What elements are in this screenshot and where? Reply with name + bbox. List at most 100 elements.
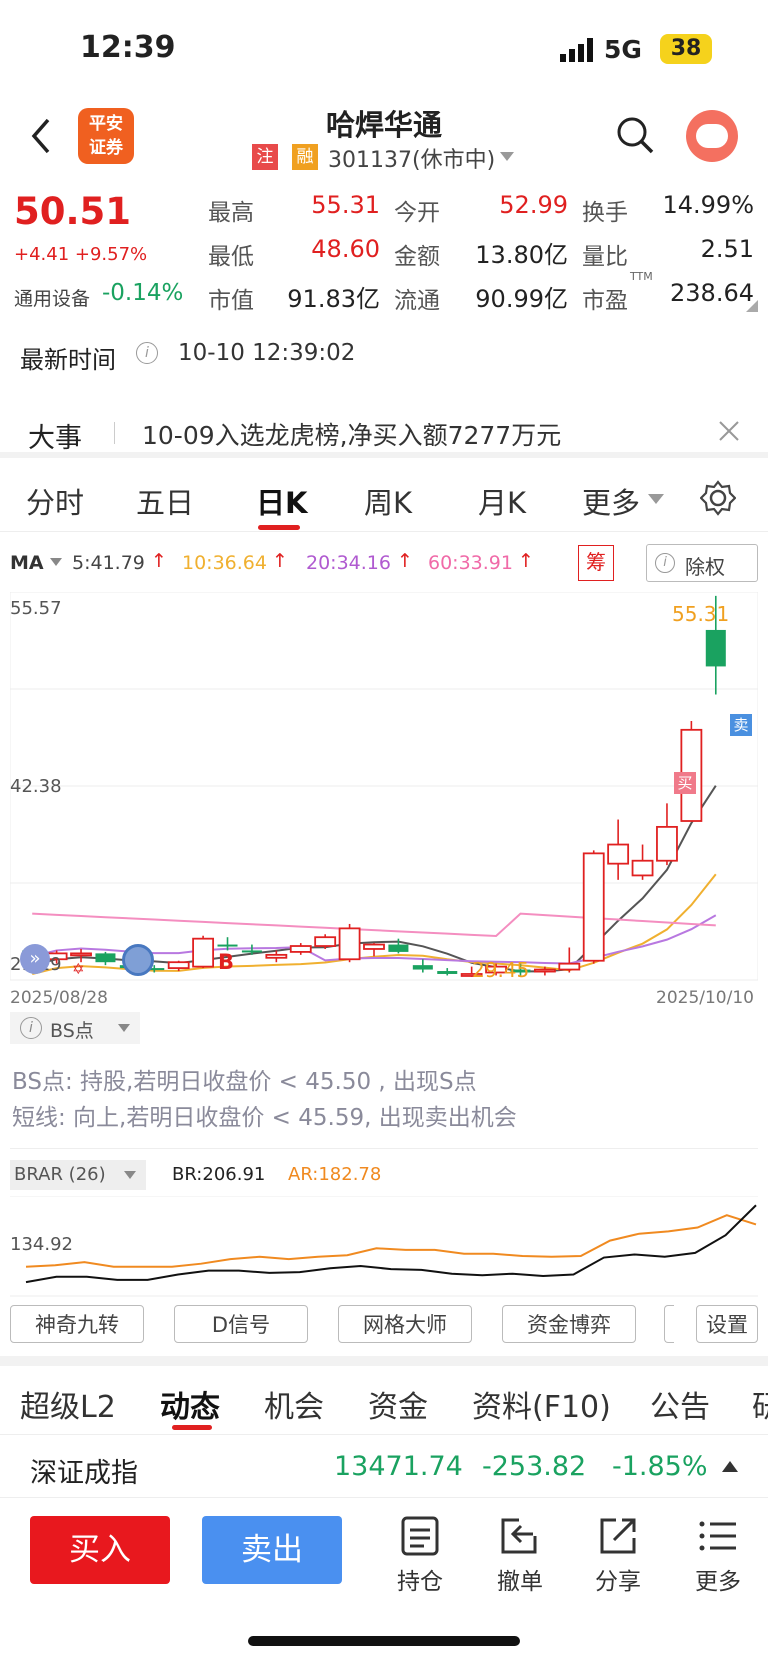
vol-ratio-label: 量比 bbox=[582, 244, 628, 270]
index-bar[interactable]: 深证成指 13471.74 -253.82 -1.85% bbox=[0, 1434, 768, 1498]
chip-button[interactable]: 筹 bbox=[578, 545, 614, 581]
tab-intraday[interactable]: 分时 bbox=[26, 480, 84, 522]
turnover-label: 换手 bbox=[582, 200, 628, 226]
ma-dropdown-icon[interactable] bbox=[50, 558, 62, 567]
max-price-label: 55.31 bbox=[672, 602, 730, 626]
high-label: 最高 bbox=[208, 200, 254, 226]
bs-selector[interactable]: i BS点 bbox=[10, 1012, 140, 1044]
candle bbox=[533, 968, 556, 973]
float-value: 90.99亿 bbox=[475, 285, 568, 313]
pe-value: 238.64 bbox=[670, 279, 754, 307]
y-axis-top: 55.57 bbox=[10, 598, 62, 619]
candle bbox=[95, 953, 116, 963]
holdings-label[interactable]: 持仓 bbox=[380, 1562, 460, 1596]
chevron-down-icon bbox=[648, 494, 664, 504]
tab-news[interactable]: 动态 bbox=[160, 1382, 220, 1426]
share-icon[interactable] bbox=[598, 1516, 638, 1556]
tool-partial-button[interactable] bbox=[664, 1305, 674, 1343]
amount-label: 金额 bbox=[394, 244, 440, 270]
amount-value: 13.80亿 bbox=[475, 241, 568, 269]
gear-icon[interactable] bbox=[700, 480, 736, 516]
settings-button[interactable]: 设置 bbox=[696, 1305, 758, 1343]
stock-code: 301137(休市中) bbox=[328, 148, 496, 173]
more-menu-icon[interactable] bbox=[698, 1516, 738, 1556]
candle bbox=[241, 950, 262, 953]
open-value: 52.99 bbox=[499, 191, 568, 219]
bs-label: BS点 bbox=[50, 1020, 94, 1042]
tab-five-day[interactable]: 五日 bbox=[136, 480, 194, 522]
min-price-label: 29.45 bbox=[472, 958, 530, 982]
cancel-order-icon[interactable] bbox=[499, 1516, 539, 1556]
tab-more[interactable]: 更多 bbox=[582, 480, 640, 522]
adjust-button[interactable]: i 除权 bbox=[646, 544, 758, 582]
candle bbox=[631, 859, 654, 877]
more-label[interactable]: 更多 bbox=[678, 1562, 758, 1596]
event-bar[interactable]: 大事 10-09入选龙虎榜,净买入额7277万元 bbox=[0, 392, 768, 458]
tab-monthly[interactable]: 月K bbox=[478, 480, 526, 522]
tab-f10[interactable]: 资料(F10) bbox=[472, 1382, 611, 1426]
buy-button[interactable]: 买入 bbox=[30, 1516, 170, 1584]
brar-y-label: 134.92 bbox=[10, 1234, 73, 1255]
search-icon[interactable] bbox=[616, 116, 654, 154]
buy-marker[interactable]: 买 bbox=[674, 772, 696, 794]
divider bbox=[10, 1148, 758, 1149]
tab-opportunity[interactable]: 机会 bbox=[264, 1382, 324, 1426]
candle bbox=[192, 937, 215, 968]
vol-ratio-value: 2.51 bbox=[700, 235, 754, 263]
tab-l2[interactable]: 超级L2 bbox=[20, 1382, 116, 1426]
kline-chart[interactable]: 55.57 42.38 29.19 55.31 29.45 买 卖 B » ✡ bbox=[10, 592, 758, 982]
badge-margin: 融 bbox=[292, 144, 318, 170]
chevron-up-icon[interactable] bbox=[722, 1461, 738, 1473]
tool-grid-master-button[interactable]: 网格大师 bbox=[338, 1305, 472, 1343]
expand-icon[interactable]: » bbox=[20, 944, 50, 974]
sell-button[interactable]: 卖出 bbox=[202, 1516, 342, 1584]
candle bbox=[558, 962, 581, 971]
info-icon[interactable]: i bbox=[136, 342, 158, 364]
tab-indicator bbox=[172, 1425, 212, 1430]
candle bbox=[289, 945, 312, 953]
tool-d-signal-button[interactable]: D信号 bbox=[174, 1305, 308, 1343]
tool-nine-turn-button[interactable]: 神奇九转 bbox=[10, 1305, 144, 1343]
tab-funds[interactable]: 资金 bbox=[368, 1382, 428, 1426]
low-label: 最低 bbox=[208, 244, 254, 270]
index-pct: -1.85% bbox=[612, 1451, 708, 1482]
adjust-label: 除权 bbox=[685, 555, 725, 579]
b-marker[interactable]: B bbox=[218, 950, 234, 974]
replay-icon[interactable] bbox=[122, 944, 154, 976]
candle bbox=[314, 936, 337, 947]
candle bbox=[388, 944, 409, 952]
chevron-down-icon bbox=[124, 1171, 136, 1179]
share-label[interactable]: 分享 bbox=[578, 1562, 658, 1596]
tool-fund-game-button[interactable]: 资金博弈 bbox=[502, 1305, 636, 1343]
open-label: 今开 bbox=[394, 200, 440, 226]
float-label: 流通 bbox=[394, 288, 440, 314]
up-arrow-icon: ↑ bbox=[272, 550, 288, 572]
mcap-label: 市值 bbox=[208, 288, 254, 314]
network-label: 5G bbox=[604, 35, 642, 64]
ma-label[interactable]: MA bbox=[10, 552, 44, 574]
mcap-value: 91.83亿 bbox=[287, 285, 380, 313]
brar-chart[interactable]: 134.92 bbox=[10, 1195, 758, 1298]
candle bbox=[437, 971, 458, 974]
cancel-order-label[interactable]: 撤单 bbox=[480, 1562, 560, 1596]
tab-research[interactable]: 研 bbox=[752, 1382, 768, 1426]
tab-announcement[interactable]: 公告 bbox=[650, 1382, 710, 1426]
assistant-avatar[interactable] bbox=[686, 110, 738, 162]
brar-selector[interactable]: BRAR (26) bbox=[10, 1160, 146, 1190]
tab-daily[interactable]: 日K bbox=[256, 480, 307, 522]
event-text: 10-09入选龙虎榜,净买入额7277万元 bbox=[142, 421, 562, 450]
tab-weekly[interactable]: 周K bbox=[364, 480, 412, 522]
event-label: 大事 bbox=[28, 423, 82, 454]
date-end: 2025/10/10 bbox=[656, 988, 754, 1008]
event-star-icon[interactable]: ✡ bbox=[72, 960, 85, 978]
sell-marker[interactable]: 卖 bbox=[730, 714, 752, 736]
candle bbox=[217, 944, 238, 947]
up-arrow-icon: ↑ bbox=[151, 550, 167, 572]
candle bbox=[705, 629, 726, 667]
index-name: 深证成指 bbox=[30, 1458, 138, 1489]
clock: 12:39 bbox=[80, 30, 176, 65]
update-label: 最新时间 bbox=[20, 346, 116, 374]
holdings-icon[interactable] bbox=[400, 1516, 440, 1556]
close-icon[interactable] bbox=[718, 420, 740, 442]
dropdown-icon[interactable] bbox=[500, 152, 514, 162]
